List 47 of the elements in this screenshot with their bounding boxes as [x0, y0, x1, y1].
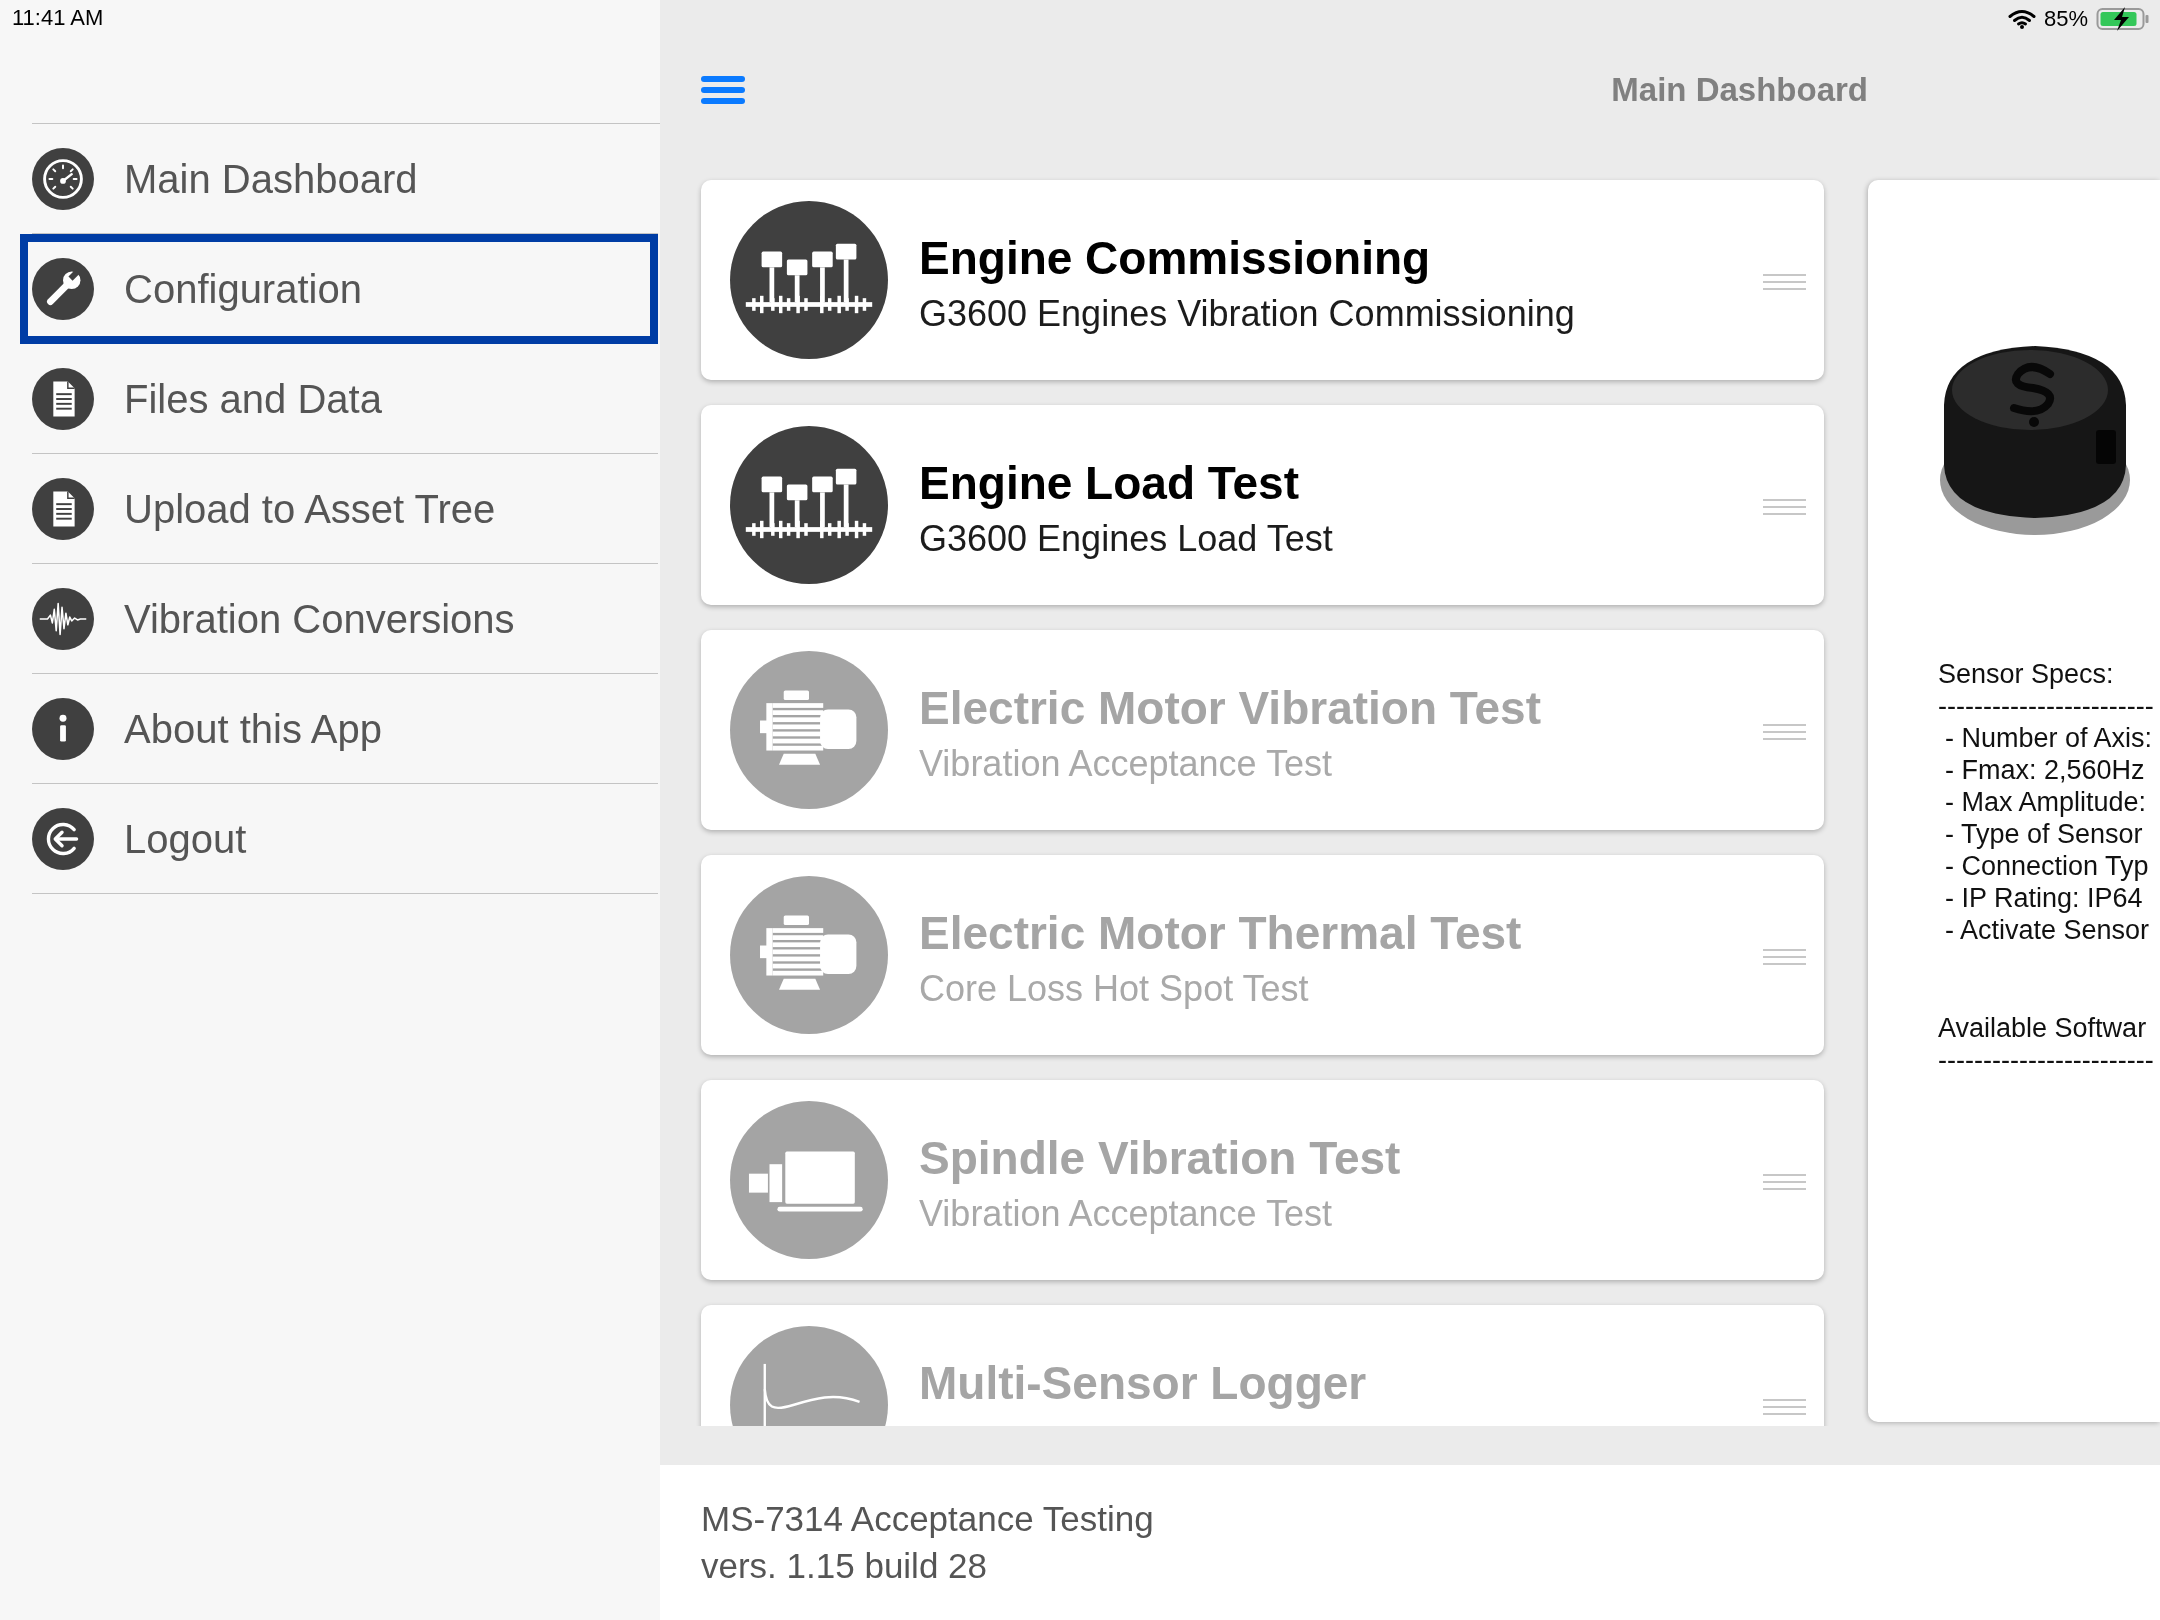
drag-handle-icon[interactable]	[1763, 274, 1806, 290]
spec-line: - Number of Axis:	[1944, 722, 2153, 754]
speedometer-icon	[32, 148, 94, 210]
wifi-icon	[2007, 9, 2036, 29]
card-title: Electric Motor Vibration Test	[919, 682, 1541, 735]
document-icon	[32, 368, 94, 430]
card-title: Spindle Vibration Test	[919, 1132, 1401, 1185]
test-card[interactable]: Engine Commissioning G3600 Engines Vibration Commissioning	[701, 180, 1824, 380]
test-card[interactable]: Engine Load Test G3600 Engines Load Test	[701, 405, 1824, 605]
card-title: Engine Commissioning	[919, 232, 1432, 285]
spindle-icon	[730, 1101, 888, 1259]
waveform-icon	[32, 588, 94, 650]
menu-icon[interactable]	[701, 76, 745, 104]
card-subtitle: Vibration Acceptance Test	[919, 743, 1333, 784]
pistons-icon	[730, 426, 888, 584]
footer-text: MS-7314 Acceptance Testing	[701, 1498, 1154, 1540]
card-title: Engine Load Test	[919, 457, 1300, 510]
card-subtitle: G3600 Engines Load Test	[919, 518, 1333, 559]
sidebar-item[interactable]: Configuration	[20, 234, 658, 344]
spec-line: - Activate Sensor	[1944, 914, 2150, 946]
wrench-icon	[32, 258, 94, 320]
card-subtitle: Core Loss Hot Spot Test	[919, 968, 1310, 1009]
status-time: 11:41 AM	[12, 5, 104, 30]
dashed-line: ------------------------	[1938, 1044, 2154, 1076]
spec-line: - Connection Typ	[1944, 850, 2149, 882]
spec-line: - Type of Sensor	[1944, 818, 2143, 850]
dashed-line: ------------------------	[1938, 690, 2154, 722]
card-title: Electric Motor Thermal Test	[919, 907, 1522, 960]
software-heading: Available Softwar	[1938, 1012, 2147, 1044]
motor-icon	[730, 651, 888, 809]
spec-line: - Max Amplitude:	[1944, 786, 2147, 818]
specs-heading: Sensor Specs:	[1938, 658, 2114, 690]
card-title: Multi-Sensor Logger	[919, 1357, 1367, 1410]
card-subtitle: Vibration Acceptance Test	[919, 1193, 1333, 1234]
spec-line: - IP Rating: IP64	[1944, 882, 2143, 914]
battery-percent: 85%	[2043, 6, 2088, 32]
drag-handle-icon[interactable]	[1763, 499, 1806, 515]
document-icon	[32, 478, 94, 540]
footer-text: vers. 1.15 build 28	[701, 1545, 987, 1587]
card-subtitle: G3600 Engines Vibration Commissioning	[919, 293, 1575, 334]
battery-charging-icon	[2096, 7, 2150, 31]
motor-icon	[730, 876, 888, 1034]
info-icon	[32, 698, 94, 760]
spec-line: - Fmax: 2,560Hz	[1944, 754, 2145, 786]
page-title: Main Dashboard	[1611, 71, 1868, 109]
pistons-icon	[730, 201, 888, 359]
logout-icon	[32, 808, 94, 870]
